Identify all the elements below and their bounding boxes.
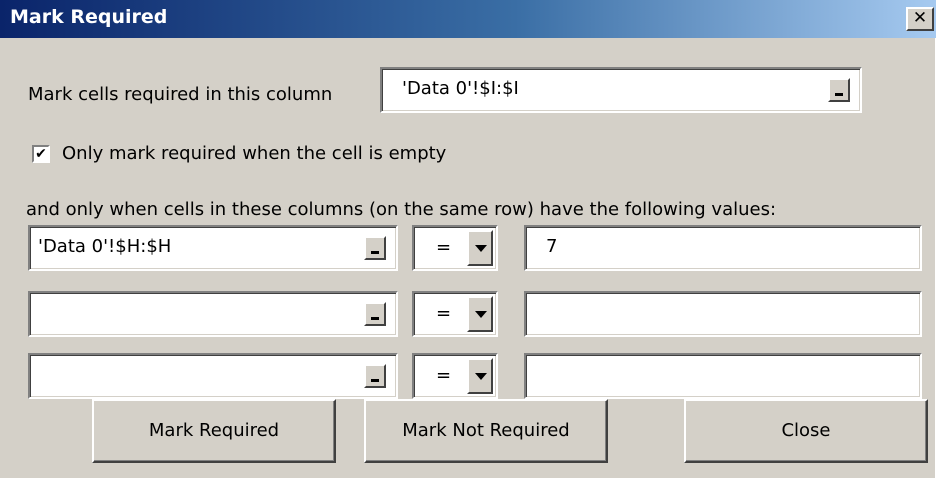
condition-value-field[interactable] [524,291,922,337]
only-empty-label: Only mark required when the cell is empt… [62,143,447,164]
condition-range-field[interactable]: 'Data 0'!$H:$H [28,225,398,271]
collapse-dialog-icon[interactable] [364,302,386,326]
collapse-dialog-icon[interactable] [364,364,386,388]
title-bar: Mark Required ✕ [0,0,936,38]
condition-range-field[interactable] [28,291,398,337]
collapse-dialog-icon[interactable] [364,236,386,260]
mark-not-required-button[interactable]: Mark Not Required [364,399,608,463]
condition-operator-select[interactable]: = [412,225,498,271]
only-empty-checkbox[interactable]: ✔ [32,145,50,163]
close-button[interactable]: Close [684,399,928,463]
window-title: Mark Required [10,6,168,28]
column-range-value: 'Data 0'!$I:$I [402,78,519,99]
column-range-field[interactable]: 'Data 0'!$I:$I [380,67,862,113]
close-icon[interactable]: ✕ [906,7,934,31]
condition-value-field[interactable] [524,353,922,399]
chevron-down-icon[interactable] [467,296,493,332]
mark-required-dialog: Mark Required ✕ Mark cells required in t… [0,0,936,478]
column-label: Mark cells required in this column [28,84,333,105]
condition-value: 7 [546,236,558,257]
mark-required-button[interactable]: Mark Required [92,399,336,463]
condition-range-field[interactable] [28,353,398,399]
condition-value-field[interactable]: 7 [524,225,922,271]
condition-operator-select[interactable]: = [412,353,498,399]
chevron-down-icon[interactable] [467,230,493,266]
condition-range-value: 'Data 0'!$H:$H [38,236,172,257]
chevron-down-icon[interactable] [467,358,493,394]
conditions-intro: and only when cells in these columns (on… [26,199,777,220]
operator-value: = [436,237,452,258]
operator-value: = [436,365,452,386]
condition-operator-select[interactable]: = [412,291,498,337]
collapse-dialog-icon[interactable] [828,78,850,102]
operator-value: = [436,303,452,324]
